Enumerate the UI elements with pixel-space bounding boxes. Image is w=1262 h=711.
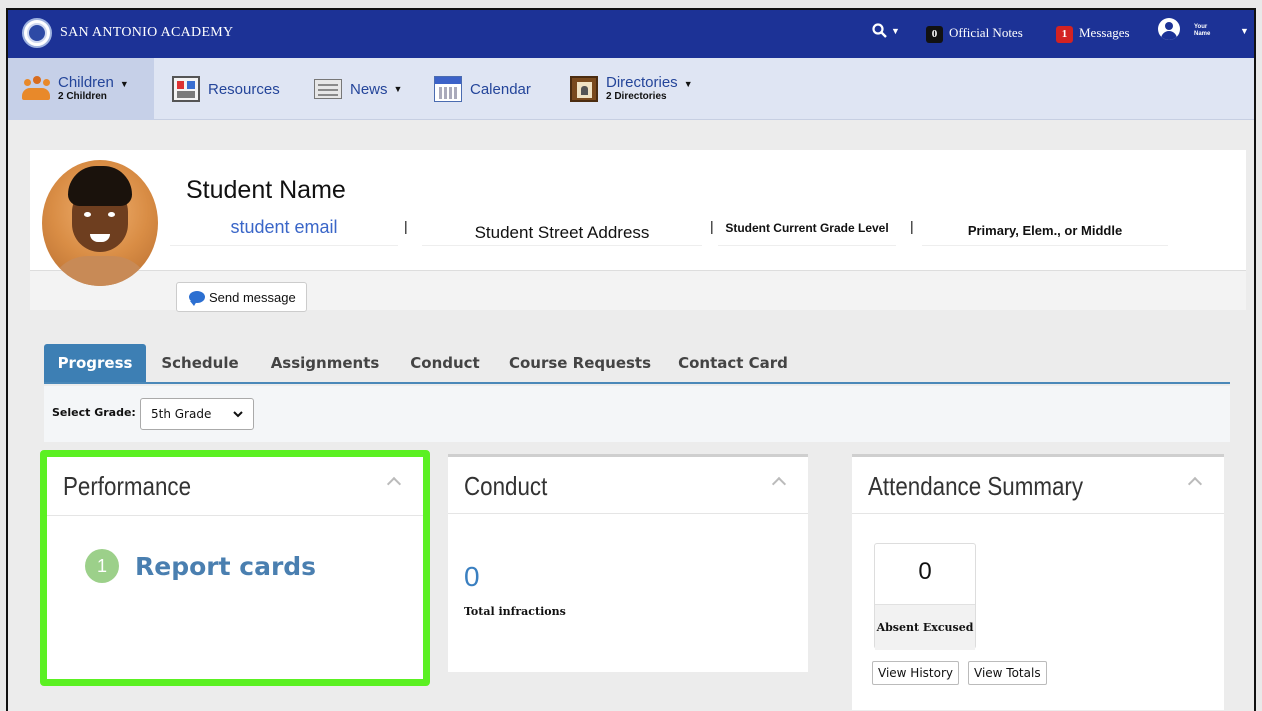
people-icon: [22, 76, 50, 102]
student-address: Student Street Address: [422, 210, 702, 246]
resources-icon: [172, 76, 200, 102]
view-history-button[interactable]: View History: [872, 661, 959, 685]
select-grade-label: Select Grade:: [52, 406, 136, 419]
chevron-down-icon: ▼: [683, 78, 693, 89]
official-notes-link[interactable]: 0 Official Notes: [926, 25, 1023, 43]
absent-excused-count: 0: [918, 558, 932, 585]
tab-conduct[interactable]: Conduct: [404, 344, 486, 382]
field-separator: |: [710, 218, 714, 234]
performance-title: Performance: [63, 471, 192, 501]
student-school-level: Primary, Elem., or Middle: [922, 210, 1168, 246]
nav-directories[interactable]: Directories ▼ 2 Directories: [570, 58, 693, 120]
chevron-down-icon: [233, 410, 243, 417]
tab-course-requests[interactable]: Course Requests: [506, 344, 654, 382]
search-icon: [872, 23, 887, 38]
student-tabs: Progress Schedule Assignments Conduct Co…: [44, 344, 1230, 384]
student-name: Student Name: [186, 176, 346, 204]
performance-card: Performance 1 Report cards: [40, 450, 430, 686]
nav-directories-label: Directories: [606, 73, 678, 91]
tab-contact-card[interactable]: Contact Card: [672, 344, 794, 382]
school-logo-icon[interactable]: [22, 18, 52, 48]
absent-excused-tile[interactable]: 0 Absent Excused: [874, 543, 976, 650]
student-grade-level: Student Current Grade Level: [718, 210, 896, 246]
calendar-icon: [434, 76, 462, 102]
report-cards-link[interactable]: 1 Report cards: [85, 549, 316, 583]
official-notes-count-badge: 0: [926, 26, 943, 43]
collapse-chevron-icon[interactable]: [1187, 476, 1203, 492]
main-nav: Children ▼ 2 Children Resources News ▼ Cale…: [8, 58, 1254, 120]
tab-progress[interactable]: Progress: [44, 344, 146, 382]
absent-excused-label: Absent Excused: [875, 604, 975, 650]
nav-calendar[interactable]: Calendar: [434, 58, 531, 120]
user-avatar-icon[interactable]: [1158, 18, 1180, 40]
field-separator: |: [404, 218, 408, 234]
school-name[interactable]: SAN ANTONIO ACADEMY: [60, 25, 233, 41]
view-totals-button[interactable]: View Totals: [968, 661, 1047, 685]
directories-icon: [570, 76, 598, 102]
nav-resources[interactable]: Resources: [172, 58, 280, 120]
send-message-button[interactable]: Send message: [176, 282, 307, 312]
top-bar: SAN ANTONIO ACADEMY ▼ 0 Official Notes 1M…: [8, 10, 1254, 58]
report-cards-label: Report cards: [135, 551, 317, 581]
chevron-down-icon[interactable]: ▼: [1240, 26, 1249, 36]
collapse-chevron-icon[interactable]: [386, 476, 402, 492]
messages-count-badge: 1: [1056, 26, 1073, 43]
student-email-link[interactable]: student email: [170, 210, 398, 246]
news-icon: [314, 79, 342, 99]
chevron-down-icon: ▼: [393, 84, 403, 94]
student-photo: [42, 160, 158, 286]
official-notes-label: Official Notes: [949, 25, 1023, 40]
grade-select[interactable]: 5th Grade: [140, 398, 254, 430]
send-message-label: Send message: [209, 289, 296, 305]
nav-resources-label: Resources: [208, 80, 280, 98]
messages-label: Messages: [1079, 25, 1130, 40]
total-infractions-label: Total infractions: [464, 605, 566, 618]
nav-children-count: 2 Children: [58, 90, 107, 102]
attendance-card: Attendance Summary 0 Absent Excused View…: [852, 454, 1224, 710]
user-name[interactable]: Your Name: [1194, 24, 1214, 38]
app-window: SAN ANTONIO ACADEMY ▼ 0 Official Notes 1M…: [6, 8, 1256, 711]
collapse-chevron-icon[interactable]: [771, 476, 787, 492]
attendance-title: Attendance Summary: [868, 471, 1084, 501]
grade-filter-bar: Select Grade: 5th Grade: [44, 386, 1230, 442]
messages-link[interactable]: 1 Messages: [1056, 25, 1130, 43]
search-menu-button[interactable]: ▼: [872, 23, 900, 41]
conduct-title: Conduct: [464, 471, 548, 501]
student-profile-header: Student Name student email | Student Str…: [30, 150, 1246, 312]
nav-news[interactable]: News ▼: [314, 58, 402, 120]
nav-calendar-label: Calendar: [470, 80, 531, 98]
tab-schedule[interactable]: Schedule: [156, 344, 244, 382]
tab-assignments[interactable]: Assignments: [264, 344, 386, 382]
nav-children[interactable]: Children ▼ 2 Children: [8, 58, 154, 120]
field-separator: |: [910, 218, 914, 234]
nav-children-label: Children: [58, 73, 114, 91]
grade-select-value: 5th Grade: [151, 407, 212, 421]
nav-news-label: News: [350, 80, 388, 98]
report-cards-count-badge: 1: [85, 549, 119, 583]
conduct-card: Conduct 0 Total infractions: [448, 454, 808, 672]
chat-bubble-icon: [189, 291, 205, 306]
chevron-down-icon: ▼: [119, 78, 129, 89]
chevron-down-icon: ▼: [891, 26, 900, 36]
total-infractions-count[interactable]: 0: [464, 561, 480, 593]
nav-directories-count: 2 Directories: [606, 90, 667, 102]
